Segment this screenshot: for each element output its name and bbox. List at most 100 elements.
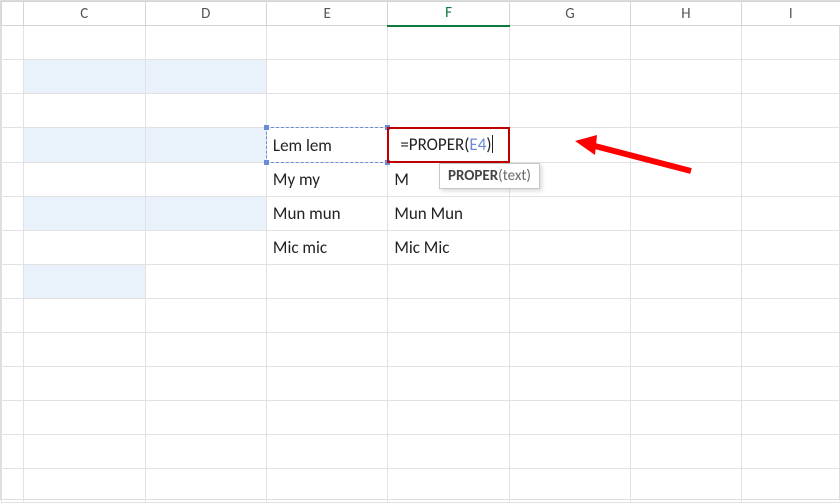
cell-E7[interactable]: Mic mic xyxy=(266,231,387,265)
cell[interactable] xyxy=(145,163,266,197)
cell[interactable] xyxy=(388,299,509,333)
cell[interactable] xyxy=(388,401,509,435)
col-header-F[interactable]: F xyxy=(388,2,509,26)
cell[interactable] xyxy=(388,333,509,367)
cell[interactable] xyxy=(741,231,840,265)
cell[interactable] xyxy=(388,265,509,299)
cell[interactable] xyxy=(388,60,509,94)
cell[interactable] xyxy=(741,26,840,60)
cell[interactable] xyxy=(145,333,266,367)
cell[interactable] xyxy=(266,265,387,299)
cell[interactable] xyxy=(509,197,630,231)
cell[interactable] xyxy=(24,231,145,265)
cell[interactable] xyxy=(266,299,387,333)
cell[interactable] xyxy=(631,401,741,435)
cell-E4[interactable]: Lem lem xyxy=(266,128,387,163)
cell[interactable] xyxy=(266,401,387,435)
cell[interactable] xyxy=(741,401,840,435)
cell[interactable] xyxy=(741,367,840,401)
cell[interactable] xyxy=(631,265,741,299)
cell[interactable] xyxy=(741,435,840,469)
col-header-G[interactable]: G xyxy=(509,2,630,26)
cell[interactable] xyxy=(266,367,387,401)
cell[interactable] xyxy=(145,469,266,503)
cell[interactable] xyxy=(388,94,509,128)
cell[interactable] xyxy=(266,26,387,60)
cell[interactable] xyxy=(24,367,145,401)
cell[interactable] xyxy=(145,231,266,265)
cell[interactable] xyxy=(24,94,145,128)
cell-F6[interactable]: Mun Mun xyxy=(388,197,509,231)
cell[interactable] xyxy=(145,367,266,401)
cell[interactable] xyxy=(24,265,145,299)
cell[interactable] xyxy=(631,299,741,333)
cell[interactable] xyxy=(388,26,509,60)
cell[interactable] xyxy=(631,163,741,197)
cell[interactable] xyxy=(24,435,145,469)
cell[interactable] xyxy=(631,197,741,231)
cell[interactable] xyxy=(631,231,741,265)
col-header-E[interactable]: E xyxy=(266,2,387,26)
cell[interactable] xyxy=(145,401,266,435)
cell[interactable] xyxy=(741,94,840,128)
cell[interactable] xyxy=(24,197,145,231)
cell[interactable] xyxy=(145,197,266,231)
cell[interactable] xyxy=(631,60,741,94)
cell[interactable] xyxy=(631,128,741,163)
cell-F7[interactable]: Mic Mic xyxy=(388,231,509,265)
cell[interactable] xyxy=(509,26,630,60)
cell[interactable] xyxy=(509,367,630,401)
cell[interactable] xyxy=(741,197,840,231)
cell[interactable] xyxy=(509,128,630,163)
cell-E5[interactable]: My my xyxy=(266,163,387,197)
cell[interactable] xyxy=(388,469,509,503)
cell[interactable] xyxy=(741,128,840,163)
col-header-D[interactable]: D xyxy=(145,2,266,26)
column-headers[interactable]: C D E F G H I xyxy=(2,2,840,26)
cell[interactable] xyxy=(145,435,266,469)
cell[interactable] xyxy=(24,60,145,94)
cell[interactable] xyxy=(266,94,387,128)
cell[interactable] xyxy=(266,435,387,469)
cell[interactable] xyxy=(266,469,387,503)
cell[interactable] xyxy=(741,469,840,503)
cell[interactable] xyxy=(631,94,741,128)
cell[interactable] xyxy=(509,401,630,435)
cell[interactable] xyxy=(24,401,145,435)
cell[interactable] xyxy=(266,60,387,94)
cell[interactable] xyxy=(388,367,509,401)
cell[interactable] xyxy=(509,469,630,503)
cell[interactable] xyxy=(266,333,387,367)
cell-E6[interactable]: Mun mun xyxy=(266,197,387,231)
cell[interactable] xyxy=(24,299,145,333)
cell[interactable] xyxy=(24,163,145,197)
cell[interactable] xyxy=(24,333,145,367)
cell[interactable] xyxy=(145,60,266,94)
cell[interactable] xyxy=(631,435,741,469)
cell[interactable] xyxy=(631,333,741,367)
formula-input[interactable]: =PROPER(E4) xyxy=(394,128,499,162)
cell[interactable] xyxy=(741,299,840,333)
cell[interactable] xyxy=(509,333,630,367)
cell[interactable] xyxy=(509,94,630,128)
cell[interactable] xyxy=(631,469,741,503)
cell[interactable] xyxy=(741,163,840,197)
cell[interactable] xyxy=(145,128,266,163)
cell[interactable] xyxy=(145,265,266,299)
cell[interactable] xyxy=(509,265,630,299)
col-header-H[interactable]: H xyxy=(631,2,741,26)
cell[interactable] xyxy=(631,26,741,60)
cell[interactable] xyxy=(509,60,630,94)
cell[interactable] xyxy=(741,265,840,299)
cell[interactable] xyxy=(145,299,266,333)
cell[interactable] xyxy=(24,26,145,60)
cell[interactable] xyxy=(631,367,741,401)
cell[interactable] xyxy=(145,26,266,60)
cell[interactable] xyxy=(24,469,145,503)
cell-F4-editing[interactable]: =PROPER(E4) xyxy=(388,128,509,163)
col-header-I[interactable]: I xyxy=(741,2,840,26)
cell[interactable] xyxy=(388,435,509,469)
cell[interactable] xyxy=(509,299,630,333)
cell[interactable] xyxy=(145,94,266,128)
col-header-C[interactable]: C xyxy=(24,2,145,26)
